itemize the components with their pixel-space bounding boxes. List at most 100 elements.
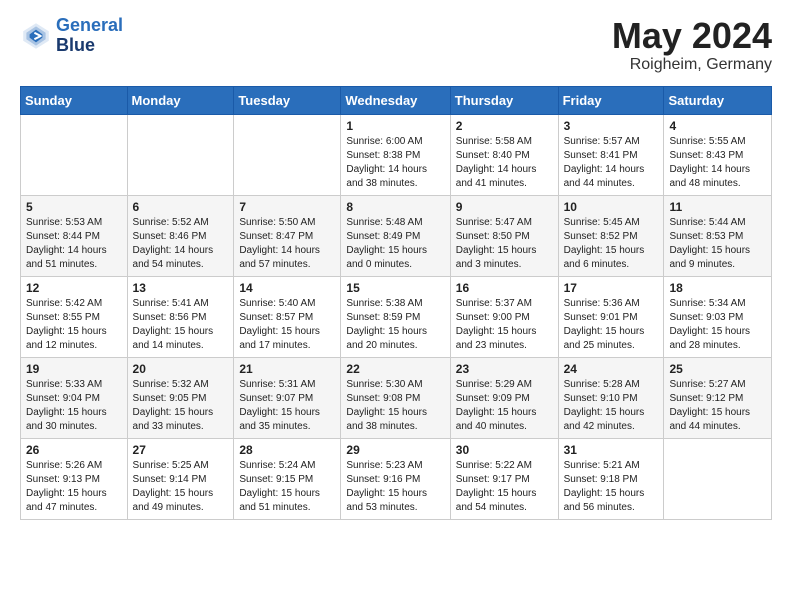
day-number: 13	[133, 281, 229, 295]
day-info: Sunrise: 5:48 AM Sunset: 8:49 PM Dayligh…	[346, 216, 444, 272]
day-number: 11	[669, 200, 766, 214]
logo: General Blue	[20, 16, 123, 56]
day-number: 31	[564, 443, 659, 457]
calendar-cell: 14 Sunrise: 5:40 AM Sunset: 8:57 PM Dayli…	[234, 276, 341, 357]
month-year-title: May 2024	[612, 16, 772, 56]
calendar-cell: 19 Sunrise: 5:33 AM Sunset: 9:04 PM Dayli…	[21, 357, 128, 438]
calendar-cell: 22 Sunrise: 5:30 AM Sunset: 9:08 PM Dayli…	[341, 357, 450, 438]
calendar-cell: 29Sunrise: 5:23 AM Sunset: 9:16 PM Dayli…	[341, 438, 450, 519]
day-info: Sunrise: 5:31 AM Sunset: 9:07 PM Dayligh…	[239, 378, 335, 434]
calendar-cell: 5 Sunrise: 5:53 AM Sunset: 8:44 PM Daylig…	[21, 195, 128, 276]
day-info: Sunrise: 5:21 AM Sunset: 9:18 PM Dayligh…	[564, 459, 659, 515]
day-number: 24	[564, 362, 659, 376]
day-number: 14	[239, 281, 335, 295]
day-info: Sunrise: 5:41 AM Sunset: 8:56 PM Dayligh…	[133, 297, 229, 353]
day-number: 3	[564, 119, 659, 133]
calendar-cell: 2 Sunrise: 5:58 AM Sunset: 8:40 PM Daylig…	[450, 114, 558, 195]
day-info: Sunrise: 5:29 AM Sunset: 9:09 PM Dayligh…	[456, 378, 553, 434]
calendar-cell	[234, 114, 341, 195]
calendar-cell: 8 Sunrise: 5:48 AM Sunset: 8:49 PM Daylig…	[341, 195, 450, 276]
calendar-cell: 28 Sunrise: 5:24 AM Sunset: 9:15 PM Dayli…	[234, 438, 341, 519]
day-info: Sunrise: 5:37 AM Sunset: 9:00 PM Dayligh…	[456, 297, 553, 353]
calendar-cell	[664, 438, 772, 519]
day-info: Sunrise: 5:33 AM Sunset: 9:04 PM Dayligh…	[26, 378, 122, 434]
col-sunday: Sunday	[21, 86, 128, 114]
day-info: Sunrise: 5:22 AM Sunset: 9:17 PM Dayligh…	[456, 459, 553, 515]
header: General Blue May 2024 Roigheim, Germany	[20, 16, 772, 74]
day-info: Sunrise: 5:38 AM Sunset: 8:59 PM Dayligh…	[346, 297, 444, 353]
day-number: 17	[564, 281, 659, 295]
calendar-cell: 12 Sunrise: 5:42 AM Sunset: 8:55 PM Dayli…	[21, 276, 128, 357]
day-number: 23	[456, 362, 553, 376]
calendar-week-row: 26Sunrise: 5:26 AM Sunset: 9:13 PM Dayli…	[21, 438, 772, 519]
day-number: 9	[456, 200, 553, 214]
day-number: 21	[239, 362, 335, 376]
location-label: Roigheim, Germany	[612, 56, 772, 74]
calendar-cell: 6 Sunrise: 5:52 AM Sunset: 8:46 PM Daylig…	[127, 195, 234, 276]
day-info: Sunrise: 5:24 AM Sunset: 9:15 PM Dayligh…	[239, 459, 335, 515]
calendar-header-row: Sunday Monday Tuesday Wednesday Thursday…	[21, 86, 772, 114]
calendar-cell	[21, 114, 128, 195]
calendar-cell: 21 Sunrise: 5:31 AM Sunset: 9:07 PM Dayli…	[234, 357, 341, 438]
calendar-cell: 13 Sunrise: 5:41 AM Sunset: 8:56 PM Dayli…	[127, 276, 234, 357]
day-info: Sunrise: 5:53 AM Sunset: 8:44 PM Dayligh…	[26, 216, 122, 272]
calendar-cell: 16 Sunrise: 5:37 AM Sunset: 9:00 PM Dayli…	[450, 276, 558, 357]
day-number: 25	[669, 362, 766, 376]
calendar-cell: 11 Sunrise: 5:44 AM Sunset: 8:53 PM Dayli…	[664, 195, 772, 276]
day-info: Sunrise: 5:25 AM Sunset: 9:14 PM Dayligh…	[133, 459, 229, 515]
day-number: 16	[456, 281, 553, 295]
calendar-cell: 17Sunrise: 5:36 AM Sunset: 9:01 PM Dayli…	[558, 276, 664, 357]
day-number: 30	[456, 443, 553, 457]
calendar-cell: 10Sunrise: 5:45 AM Sunset: 8:52 PM Dayli…	[558, 195, 664, 276]
day-info: Sunrise: 5:50 AM Sunset: 8:47 PM Dayligh…	[239, 216, 335, 272]
page: General Blue May 2024 Roigheim, Germany …	[0, 0, 792, 540]
day-number: 2	[456, 119, 553, 133]
day-info: Sunrise: 5:47 AM Sunset: 8:50 PM Dayligh…	[456, 216, 553, 272]
calendar-cell: 9 Sunrise: 5:47 AM Sunset: 8:50 PM Daylig…	[450, 195, 558, 276]
calendar-cell: 7Sunrise: 5:50 AM Sunset: 8:47 PM Daylig…	[234, 195, 341, 276]
title-block: May 2024 Roigheim, Germany	[612, 16, 772, 74]
day-number: 15	[346, 281, 444, 295]
calendar-cell: 25 Sunrise: 5:27 AM Sunset: 9:12 PM Dayli…	[664, 357, 772, 438]
day-number: 22	[346, 362, 444, 376]
calendar-cell: 4 Sunrise: 5:55 AM Sunset: 8:43 PM Daylig…	[664, 114, 772, 195]
calendar-cell: 15 Sunrise: 5:38 AM Sunset: 8:59 PM Dayli…	[341, 276, 450, 357]
day-number: 20	[133, 362, 229, 376]
calendar-cell: 31 Sunrise: 5:21 AM Sunset: 9:18 PM Dayli…	[558, 438, 664, 519]
col-thursday: Thursday	[450, 86, 558, 114]
calendar-cell: 20 Sunrise: 5:32 AM Sunset: 9:05 PM Dayli…	[127, 357, 234, 438]
day-number: 28	[239, 443, 335, 457]
day-info: Sunrise: 5:26 AM Sunset: 9:13 PM Dayligh…	[26, 459, 122, 515]
day-info: Sunrise: 5:44 AM Sunset: 8:53 PM Dayligh…	[669, 216, 766, 272]
day-number: 4	[669, 119, 766, 133]
calendar-cell: 18 Sunrise: 5:34 AM Sunset: 9:03 PM Dayli…	[664, 276, 772, 357]
day-info: Sunrise: 5:45 AM Sunset: 8:52 PM Dayligh…	[564, 216, 659, 272]
day-number: 8	[346, 200, 444, 214]
day-number: 19	[26, 362, 122, 376]
day-number: 1	[346, 119, 444, 133]
day-info: Sunrise: 5:55 AM Sunset: 8:43 PM Dayligh…	[669, 135, 766, 191]
day-info: Sunrise: 5:58 AM Sunset: 8:40 PM Dayligh…	[456, 135, 553, 191]
day-info: Sunrise: 5:52 AM Sunset: 8:46 PM Dayligh…	[133, 216, 229, 272]
day-number: 6	[133, 200, 229, 214]
calendar-week-row: 1 Sunrise: 6:00 AM Sunset: 8:38 PM Daylig…	[21, 114, 772, 195]
calendar-cell: 23 Sunrise: 5:29 AM Sunset: 9:09 PM Dayli…	[450, 357, 558, 438]
day-number: 27	[133, 443, 229, 457]
day-info: Sunrise: 6:00 AM Sunset: 8:38 PM Dayligh…	[346, 135, 444, 191]
col-saturday: Saturday	[664, 86, 772, 114]
day-info: Sunrise: 5:40 AM Sunset: 8:57 PM Dayligh…	[239, 297, 335, 353]
day-info: Sunrise: 5:27 AM Sunset: 9:12 PM Dayligh…	[669, 378, 766, 434]
day-info: Sunrise: 5:42 AM Sunset: 8:55 PM Dayligh…	[26, 297, 122, 353]
day-number: 12	[26, 281, 122, 295]
day-info: Sunrise: 5:23 AM Sunset: 9:16 PM Dayligh…	[346, 459, 444, 515]
calendar-week-row: 12 Sunrise: 5:42 AM Sunset: 8:55 PM Dayli…	[21, 276, 772, 357]
calendar-week-row: 19 Sunrise: 5:33 AM Sunset: 9:04 PM Dayli…	[21, 357, 772, 438]
logo-icon	[20, 20, 52, 52]
day-info: Sunrise: 5:28 AM Sunset: 9:10 PM Dayligh…	[564, 378, 659, 434]
day-info: Sunrise: 5:32 AM Sunset: 9:05 PM Dayligh…	[133, 378, 229, 434]
day-number: 5	[26, 200, 122, 214]
day-info: Sunrise: 5:34 AM Sunset: 9:03 PM Dayligh…	[669, 297, 766, 353]
calendar-cell: 1 Sunrise: 6:00 AM Sunset: 8:38 PM Daylig…	[341, 114, 450, 195]
day-info: Sunrise: 5:30 AM Sunset: 9:08 PM Dayligh…	[346, 378, 444, 434]
day-number: 18	[669, 281, 766, 295]
